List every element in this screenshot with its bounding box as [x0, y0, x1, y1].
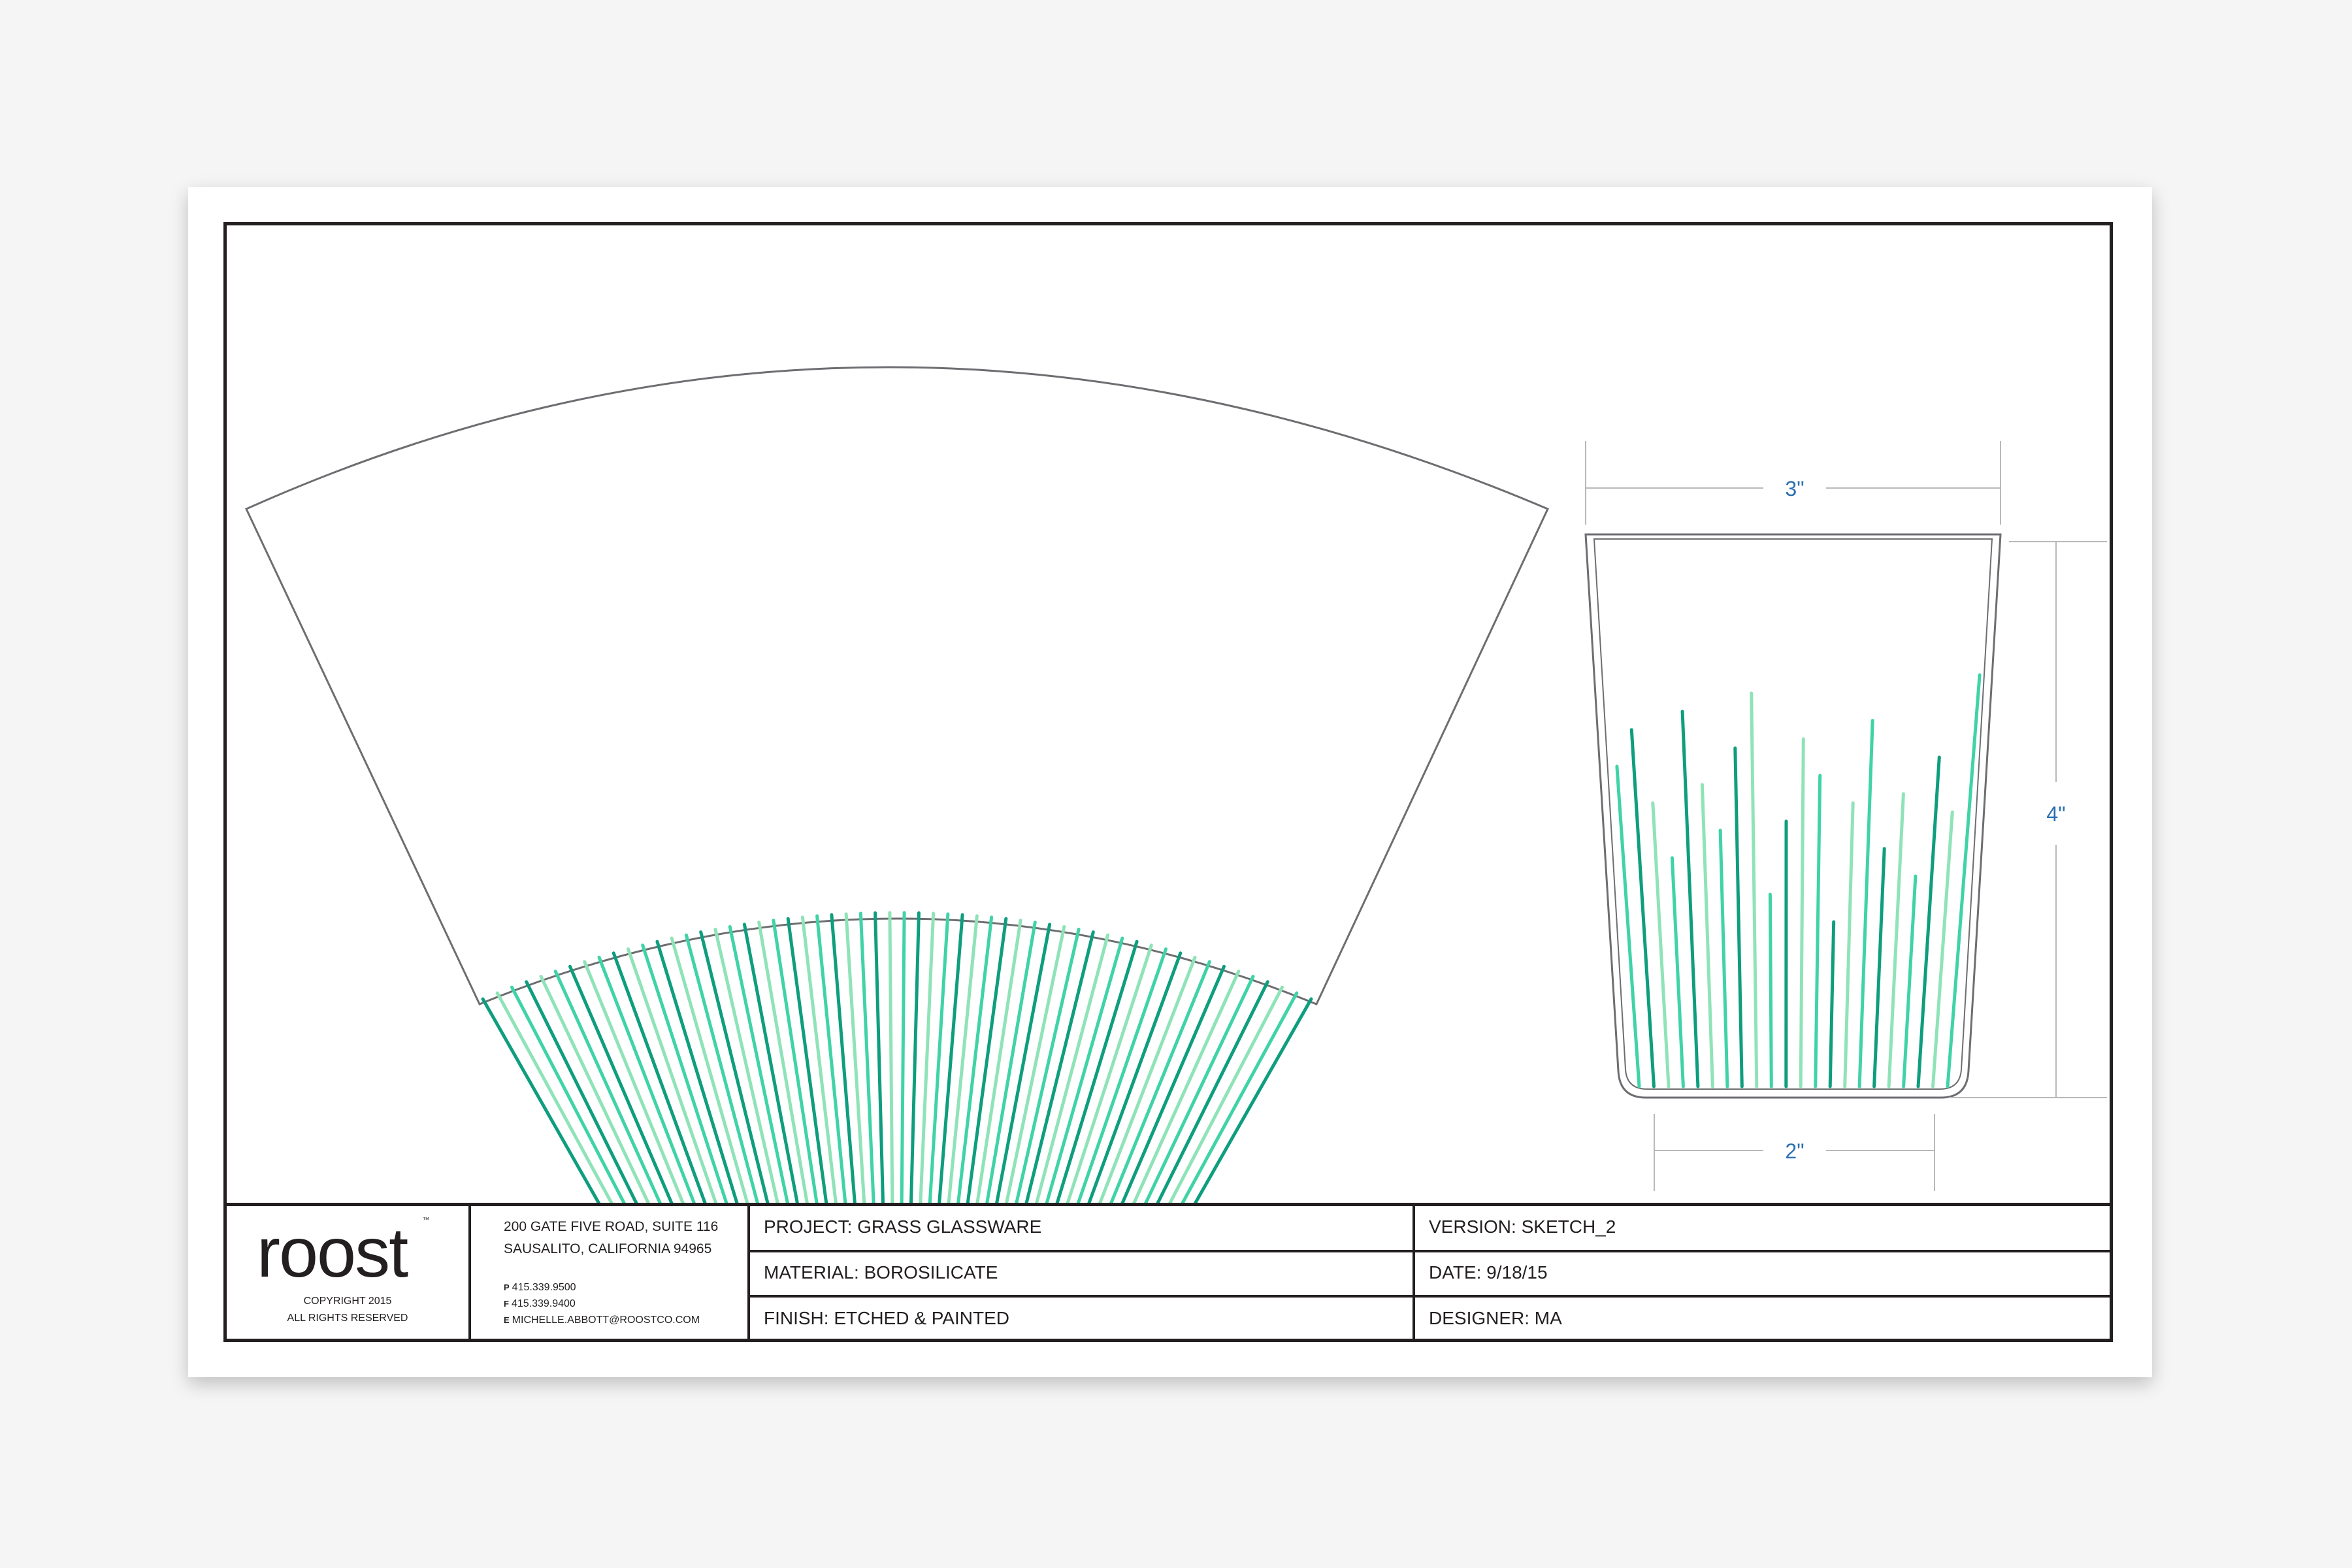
designer-field: DESIGNER: MA [1429, 1308, 1562, 1328]
divider [1413, 1206, 1415, 1339]
grass-stroke [830, 913, 857, 1203]
grass-stroke [1066, 943, 1153, 1203]
unrolled-pattern-outline [244, 366, 1550, 1005]
grass-stroke [1814, 774, 1822, 1088]
fax-prefix: F [504, 1299, 509, 1309]
project-field: PROJECT: GRASS GLASSWARE [764, 1217, 1042, 1237]
divider [747, 1206, 750, 1339]
grass-stroke [1857, 719, 1874, 1088]
title-block: roost ™ COPYRIGHT 2015 ALL RIGHTS RESERV… [227, 1203, 2110, 1339]
bottom-width-dimension: 2" [1654, 1114, 1935, 1191]
drawing-frame: 3" 4" 2" roost ™ COPYRIGHT 2015 ALL RIGH… [223, 222, 2113, 1342]
version-field: VERSION: SKETCH_2 [1429, 1217, 1616, 1237]
grass-stroke [1700, 783, 1714, 1088]
grass-stroke [1887, 792, 1905, 1088]
grass-stroke [888, 911, 894, 1203]
phone-number: 415.339.9500 [512, 1282, 576, 1293]
grass-stroke [1872, 847, 1886, 1088]
material-field: MATERIAL: BOROSILICATE [764, 1262, 998, 1282]
address-cell: 200 GATE FIVE ROAD, SUITE 116 SAUSALITO,… [471, 1206, 747, 1339]
top-width-label: 3" [1785, 477, 1804, 500]
date-field: DATE: 9/18/15 [1429, 1262, 1548, 1282]
grass-stroke [900, 911, 906, 1203]
email-line: E MICHELLE.ABBOTT@ROOSTCO.COM [504, 1315, 700, 1326]
divider [747, 1295, 2110, 1298]
finish-field: FINISH: ETCHED & PAINTED [764, 1308, 1009, 1328]
grass-stroke [1799, 737, 1805, 1088]
copyright-line: COPYRIGHT 2015 [303, 1296, 392, 1307]
grass-stroke [1680, 710, 1700, 1088]
city-line: SAUSALITO, CALIFORNIA 94965 [504, 1241, 712, 1256]
grass-stroke [1843, 801, 1855, 1088]
grass-stroke [1733, 746, 1744, 1088]
drawing-area: 3" 4" 2" [244, 366, 2107, 1203]
fax-line: F 415.339.9400 [504, 1298, 576, 1310]
trademark-mark: ™ [423, 1217, 429, 1224]
fax-number: 415.339.9400 [511, 1298, 576, 1309]
grass-stroke [1902, 874, 1918, 1088]
grass-stroke [1168, 985, 1284, 1203]
rights-line: ALL RIGHTS RESERVED [287, 1313, 408, 1324]
phone-prefix: P [504, 1282, 510, 1292]
grass-stroke [1651, 801, 1671, 1088]
height-label: 4" [2046, 802, 2065, 826]
grass-stroke [1828, 920, 1836, 1088]
logo-cell: roost ™ COPYRIGHT 2015 ALL RIGHTS RESERV… [227, 1206, 468, 1339]
divider [747, 1250, 2110, 1252]
glass-grass-lines [1615, 673, 1982, 1088]
grass-stroke [874, 911, 885, 1203]
phone-line: P 415.339.9500 [504, 1282, 576, 1294]
bottom-width-label: 2" [1785, 1139, 1804, 1163]
email-address: MICHELLE.ABBOTT@ROOSTCO.COM [512, 1315, 700, 1326]
grass-stroke [1670, 856, 1685, 1088]
grass-stroke [909, 911, 921, 1203]
grass-stroke [1718, 828, 1729, 1088]
top-width-dimension: 3" [1585, 441, 2001, 525]
address-line: 200 GATE FIVE ROAD, SUITE 116 [504, 1219, 719, 1234]
grass-stroke [786, 917, 828, 1203]
drawing-sheet: 3" 4" 2" roost ™ COPYRIGHT 2015 ALL RIGH… [188, 187, 2152, 1377]
unrolled-grass-lines [481, 911, 1313, 1203]
grass-stroke [1750, 691, 1759, 1088]
roost-logo: roost [257, 1213, 408, 1292]
grass-stroke [815, 914, 847, 1203]
grass-stroke [1768, 892, 1773, 1088]
email-prefix: E [504, 1315, 510, 1325]
